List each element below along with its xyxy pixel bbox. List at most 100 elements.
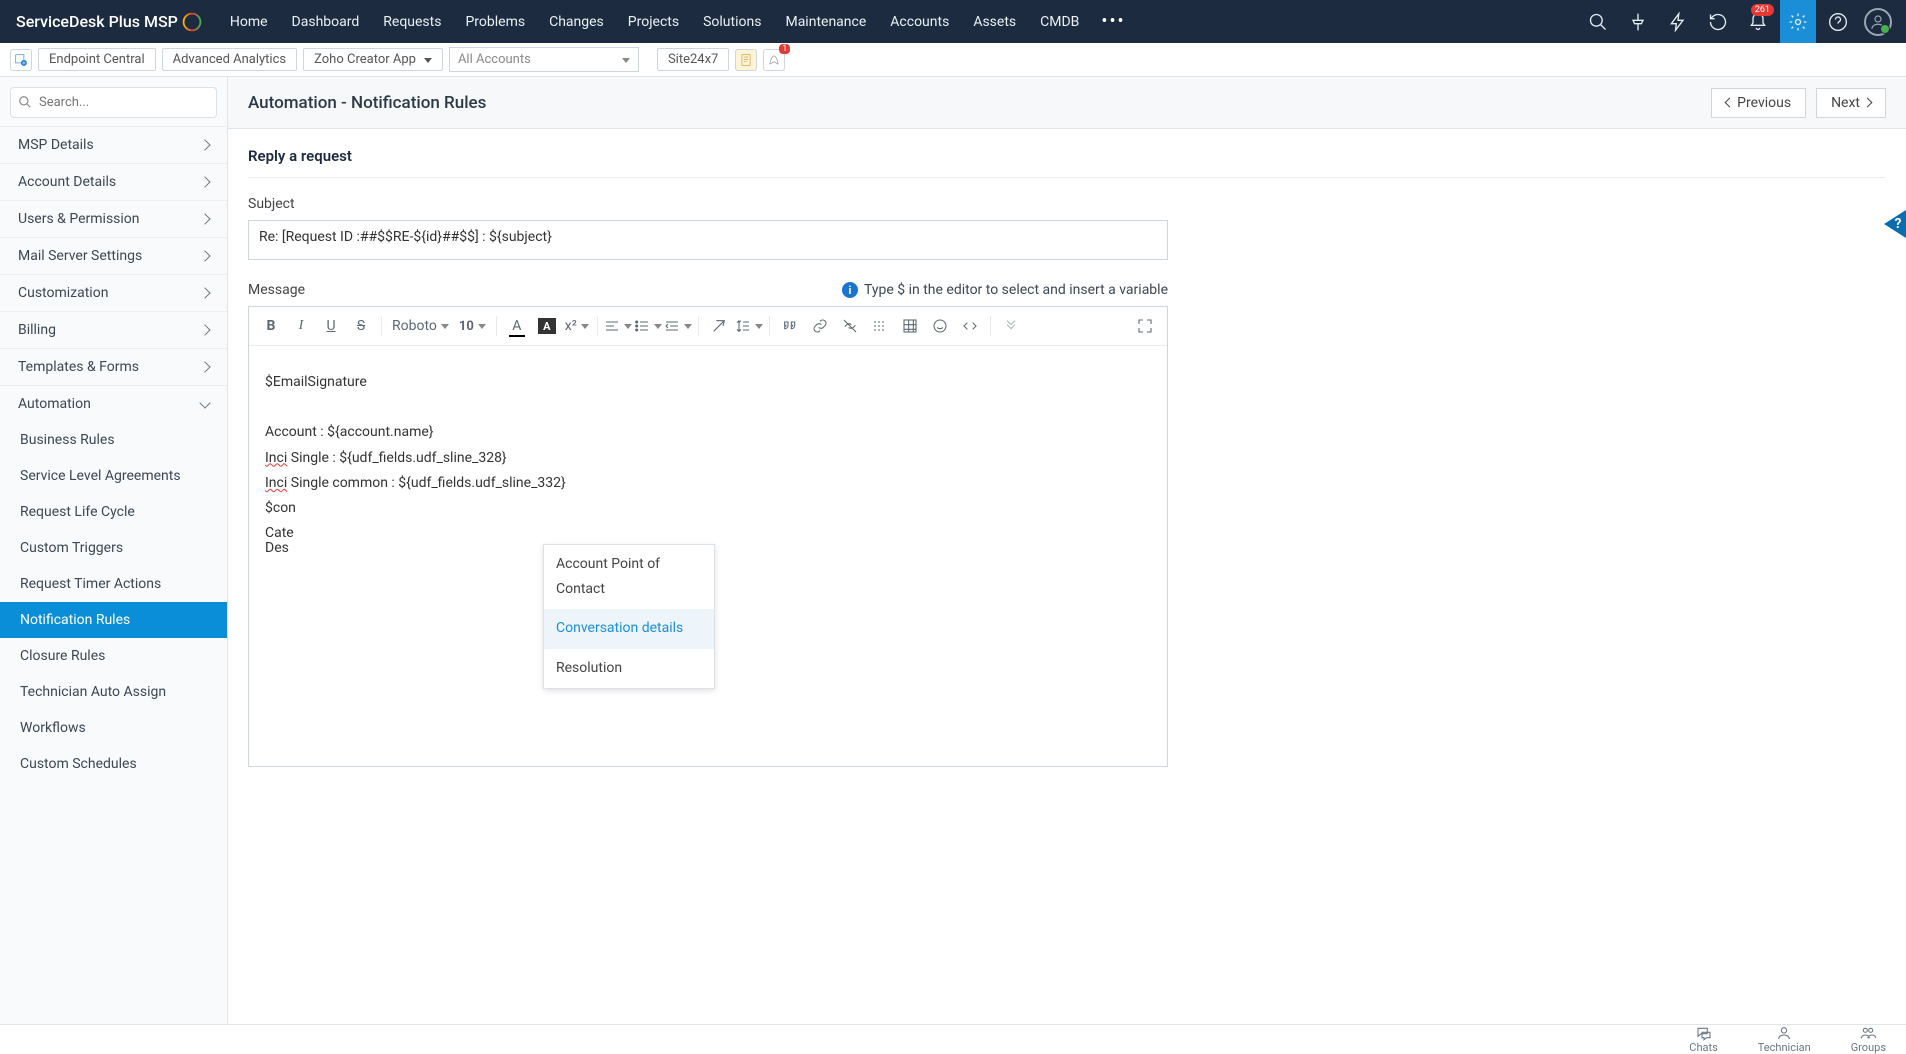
topnav-item[interactable]: Dashboard <box>282 2 370 42</box>
hr-button[interactable] <box>866 313 894 339</box>
brand-swirl-icon <box>180 10 204 34</box>
topnav-item[interactable]: CMDB <box>1030 2 1089 42</box>
code-button[interactable] <box>956 313 984 339</box>
sidebar-item[interactable]: Custom Triggers <box>0 530 227 566</box>
topnav-item[interactable]: Requests <box>373 2 451 42</box>
sidebar-section-automation[interactable]: Automation <box>0 385 227 422</box>
autocomplete-item[interactable]: Account Point of Contact <box>544 545 714 609</box>
topnav-item[interactable]: Solutions <box>693 2 771 42</box>
sidebar-section[interactable]: Account Details <box>0 163 227 200</box>
notes-icon[interactable] <box>735 49 757 71</box>
list-button[interactable] <box>634 313 662 339</box>
align-button[interactable] <box>604 313 632 339</box>
help-icon[interactable] <box>1820 0 1856 43</box>
site24x7-button[interactable]: Site24x7 <box>657 48 729 71</box>
font-color-button[interactable]: A <box>503 313 531 339</box>
quote-button[interactable] <box>776 313 804 339</box>
bg-color-button[interactable]: A <box>533 313 561 339</box>
accounts-select[interactable]: All Accounts <box>449 47 639 72</box>
footer-bar: Chats Technician Groups <box>0 1024 1906 1054</box>
strikethrough-button[interactable]: S <box>347 313 375 339</box>
sidebar-item[interactable]: Custom Schedules <box>0 746 227 782</box>
autocomplete-item[interactable]: Resolution <box>544 649 714 688</box>
sidebar-section[interactable]: Mail Server Settings <box>0 237 227 274</box>
topnav-item[interactable]: Home <box>220 2 278 42</box>
quick-add-icon[interactable] <box>10 49 32 71</box>
body-line: $con <box>265 496 1151 521</box>
footer-chats[interactable]: Chats <box>1689 1025 1717 1054</box>
editor-toolbar: B I U S Roboto 10 A A x² <box>249 307 1167 346</box>
sidebar-item[interactable]: Business Rules <box>0 422 227 458</box>
emoji-button[interactable] <box>926 313 954 339</box>
sidebar-search <box>10 87 217 118</box>
body-line: Inci Single : ${udf_fields.udf_sline_328… <box>265 446 1151 471</box>
rocket-badge: 1 <box>779 44 790 54</box>
sidebar-item[interactable]: Request Timer Actions <box>0 566 227 602</box>
sidebar-item[interactable]: Request Life Cycle <box>0 494 227 530</box>
history-icon[interactable] <box>1700 0 1736 43</box>
sidebar-item[interactable]: Technician Auto Assign <box>0 674 227 710</box>
topnav-item[interactable]: Assets <box>963 2 1026 42</box>
bolt-icon[interactable] <box>1660 0 1696 43</box>
footer-groups[interactable]: Groups <box>1851 1025 1886 1054</box>
sidebar-item[interactable]: Closure Rules <box>0 638 227 674</box>
sidebar-item[interactable]: Notification Rules <box>0 602 227 638</box>
unlink-button[interactable] <box>836 313 864 339</box>
topnav-item[interactable]: Maintenance <box>775 2 876 42</box>
bell-icon[interactable]: 261 <box>1740 0 1776 43</box>
topnav-item[interactable]: Problems <box>455 2 535 42</box>
font-size-select[interactable]: 10 <box>455 313 490 339</box>
sidebar-section[interactable]: Users & Permission <box>0 200 227 237</box>
rich-editor: B I U S Roboto 10 A A x² <box>248 306 1168 767</box>
outdent-button[interactable] <box>664 313 692 339</box>
chevron-right-icon <box>199 287 210 298</box>
editor-body[interactable]: $EmailSignature Account : ${account.name… <box>249 346 1167 766</box>
topnav-item[interactable]: Projects <box>618 2 689 42</box>
rocket-icon[interactable]: 1 <box>763 49 785 71</box>
subject-input[interactable] <box>248 220 1168 260</box>
expand-icon[interactable] <box>1131 313 1159 339</box>
footer-technician[interactable]: Technician <box>1758 1025 1811 1054</box>
sidebar-item[interactable]: Service Level Agreements <box>0 458 227 494</box>
content-header: Automation - Notification Rules Previous… <box>228 77 1906 129</box>
gear-icon[interactable] <box>1780 0 1816 43</box>
autocomplete-item[interactable]: Conversation details <box>544 609 714 648</box>
sidebar-section[interactable]: Billing <box>0 311 227 348</box>
bold-button[interactable]: B <box>257 313 285 339</box>
font-name-select[interactable]: Roboto <box>388 313 453 339</box>
endpoint-central-button[interactable]: Endpoint Central <box>38 48 156 71</box>
topnav-item[interactable]: Changes <box>539 2 614 42</box>
zoho-creator-dropdown[interactable]: Zoho Creator App <box>303 48 443 71</box>
page-title: Automation - Notification Rules <box>248 93 486 113</box>
link-button[interactable] <box>806 313 834 339</box>
topnav-item[interactable]: Accounts <box>880 2 959 42</box>
sidebar-search-input[interactable] <box>10 87 217 118</box>
previous-button[interactable]: Previous <box>1711 88 1806 118</box>
chevron-right-icon <box>199 324 210 335</box>
next-button[interactable]: Next <box>1816 88 1886 118</box>
technician-icon <box>1776 1025 1792 1041</box>
italic-button[interactable]: I <box>287 313 315 339</box>
superscript-button[interactable]: x² <box>563 313 591 339</box>
line-height-button[interactable] <box>735 313 763 339</box>
form-area: Reply a request Subject Message i Type $… <box>228 129 1906 779</box>
variable-autocomplete: Account Point of ContactConversation det… <box>543 544 715 689</box>
sidebar-section[interactable]: MSP Details <box>0 126 227 163</box>
underline-button[interactable]: U <box>317 313 345 339</box>
form-title: Reply a request <box>248 141 1886 178</box>
sidebar-section[interactable]: Customization <box>0 274 227 311</box>
profile-avatar[interactable] <box>1860 0 1896 43</box>
more-tools-button[interactable] <box>997 313 1025 339</box>
brand-text: ServiceDesk Plus MSP <box>16 12 178 31</box>
sidebar-section[interactable]: Templates & Forms <box>0 348 227 385</box>
pin-icon[interactable] <box>1620 0 1656 43</box>
clear-format-button[interactable] <box>705 313 733 339</box>
sidebar-item[interactable]: Workflows <box>0 710 227 746</box>
topnav-more-icon[interactable]: ••• <box>1089 11 1137 32</box>
top-navbar: ServiceDesk Plus MSP HomeDashboardReques… <box>0 0 1906 43</box>
chevron-right-icon <box>199 361 210 372</box>
table-button[interactable] <box>896 313 924 339</box>
chevron-right-icon <box>199 176 210 187</box>
search-icon[interactable] <box>1580 0 1616 43</box>
advanced-analytics-button[interactable]: Advanced Analytics <box>162 48 298 71</box>
